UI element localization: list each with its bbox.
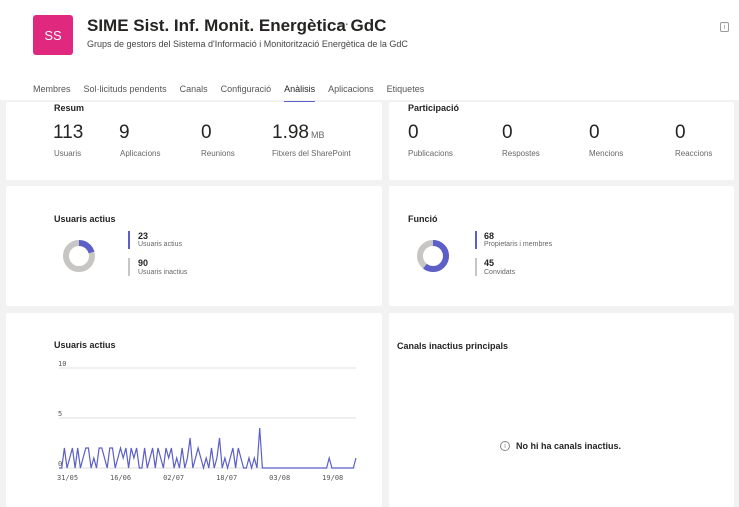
legend-bar-actius [128, 231, 130, 249]
usuaris-actius-donut [63, 240, 95, 272]
team-header: SS SIME Sist. Inf. Monit. Energètica GdC… [0, 0, 739, 103]
chart-ticks: 051031/05 16/06 02/07 18/07 03/08 19/08 [57, 360, 343, 482]
tab-membres[interactable]: Membres [33, 82, 71, 100]
stat-usuaris-value: 113 [53, 122, 84, 143]
tab-etiquetes[interactable]: Etiquetes [387, 82, 425, 100]
empty-state-message: i No hi ha canals inactius. [500, 441, 621, 451]
stat-sharepoint-value: 1.98 MB [272, 122, 324, 144]
usuaris-actius-card: Usuaris actius 23 Usuaris actius 90 Usua… [6, 186, 382, 306]
legend-convidats-label: Convidats [484, 269, 516, 276]
legend-inactius-label: Usuaris inactius [138, 269, 188, 276]
stat-reaccions-value: 0 [675, 122, 686, 143]
stat-reunions-label: Reunions [201, 149, 235, 158]
tab-aplicacions[interactable]: Aplicacions [328, 82, 374, 100]
x-tick-label: 02/07 [163, 474, 184, 482]
stat-publicacions-label: Publicacions [408, 149, 453, 158]
usuaris-actius-title: Usuaris actius [54, 214, 116, 224]
legend-actius-value: 23 [138, 231, 149, 241]
legend-bar-inactius [128, 258, 130, 276]
stat-respostes-label: Respostes [502, 149, 540, 158]
stat-sharepoint-unit: MB [310, 130, 325, 140]
y-tick-label: 10 [58, 360, 66, 368]
stat-mencions-label: Mencions [589, 149, 624, 158]
info-icon: i [500, 441, 510, 451]
stat-sharepoint-label: Fitxers del SharePoint [272, 149, 351, 158]
stat-sharepoint-number: 1.98 [272, 122, 309, 143]
tab-sollicituds[interactable]: Sol·licituds pendents [84, 82, 167, 100]
team-avatar[interactable]: SS [33, 15, 73, 55]
tab-analisis[interactable]: Anàlisis [284, 82, 316, 103]
resum-card: Resum 113 Usuaris 9 Aplicacions 0 Reunio… [6, 102, 382, 180]
tab-configuracio[interactable]: Configuració [221, 82, 272, 100]
tab-canals[interactable]: Canals [180, 82, 208, 100]
participacio-title: Participació [408, 103, 460, 113]
stat-mencions-value: 0 [589, 122, 600, 143]
chart-series [59, 427, 357, 471]
stat-publicacions-value: 0 [408, 122, 419, 143]
usuaris-actius-chart-card: Usuaris actius 0 5 10 31/05 16/06 02/07 18/07 0… [6, 313, 382, 507]
canals-inactius-title: Canals inactius principals [397, 341, 509, 351]
legend-bar-convidats [475, 258, 477, 276]
legend-convidats-value: 45 [484, 258, 495, 268]
legend-membres-label: Propietaris i membres [484, 241, 553, 248]
funcio-donut [417, 240, 449, 272]
usuaris-actius-line-chart: 051031/05 16/06 02/07 18/07 03/08 19/08 [57, 360, 357, 482]
stat-aplicacions-value: 9 [119, 122, 130, 143]
stat-aplicacions-label: Aplicacions [120, 149, 161, 158]
stat-respostes-value: 0 [502, 122, 513, 143]
x-tick-label: 18/07 [216, 474, 237, 482]
tab-bar: Membres Sol·licituds pendents Canals Con… [0, 82, 437, 103]
legend-actius-label: Usuaris actius [138, 241, 182, 248]
resum-title: Resum [54, 103, 85, 113]
more-options-icon[interactable]: ··· [333, 15, 350, 31]
x-tick-label: 31/05 [57, 474, 78, 482]
empty-state-text: No hi ha canals inactius. [516, 441, 622, 451]
legend-inactius-value: 90 [138, 258, 149, 268]
y-tick-label: 5 [58, 410, 62, 418]
x-tick-label: 03/08 [269, 474, 290, 482]
legend-bar-membres [475, 231, 477, 249]
participacio-card: Participació 0 Publicacions 0 Respostes … [389, 102, 734, 180]
x-tick-label: 16/06 [110, 474, 131, 482]
info-icon[interactable]: i [720, 22, 729, 32]
stat-usuaris-label: Usuaris [54, 149, 82, 158]
x-tick-label: 19/08 [322, 474, 343, 482]
legend-membres-value: 68 [484, 231, 495, 241]
stat-reaccions-label: Reaccions [675, 149, 713, 158]
canals-inactius-card: Canals inactius principals [389, 313, 734, 507]
funcio-title: Funció [408, 214, 438, 224]
stat-reunions-value: 0 [201, 122, 212, 143]
team-description: Grups de gestors del Sistema d'Informaci… [87, 39, 408, 49]
funcio-card: Funció 68 Propietaris i membres 45 Convi… [389, 186, 734, 306]
series-line [59, 427, 357, 471]
